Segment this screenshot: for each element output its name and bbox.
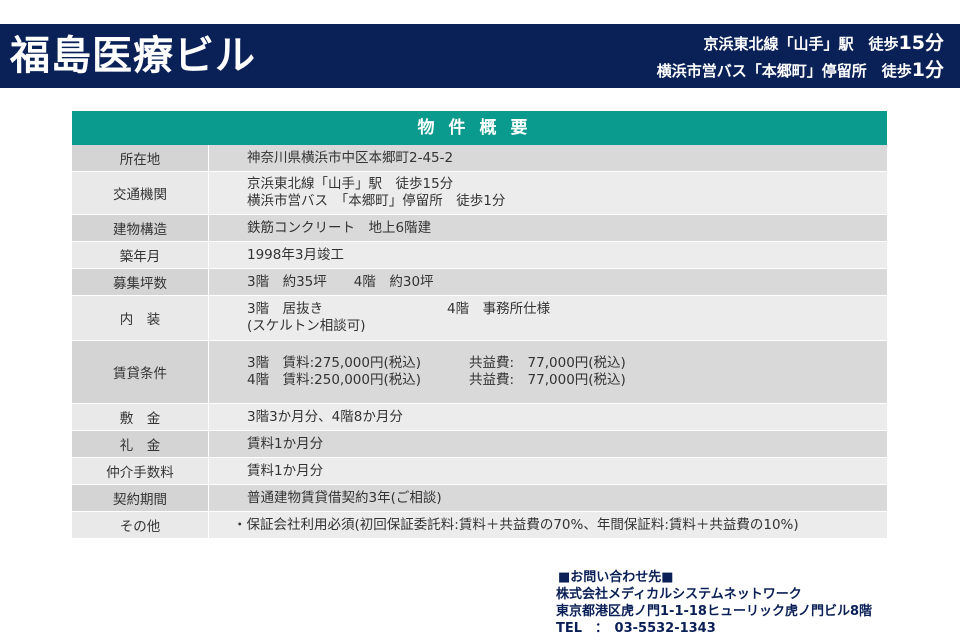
property-summary-table: 物件概要 所在地 神奈川県横浜市中区本郷町2-45-2 交通機関 京浜東北線「山… (72, 111, 887, 539)
row-value-line: 3階 賃料:275,000円(税込) 共益費: 77,000円(税込) (247, 355, 887, 372)
row-label: 契約期間 (72, 485, 209, 511)
row-value-text: 3階 居抜き (247, 301, 324, 317)
row-value-text: 神奈川県横浜市中区本郷町2-45-2 (247, 149, 454, 166)
contact-tel: TEL ： 03-5532-1343 (556, 621, 716, 636)
access-line-bus: 横浜市営バス「本郷町」停留所 徒歩1分 (657, 57, 944, 84)
row-value-text: 賃料1か月分 (247, 462, 324, 479)
access-train-minutes: 15分 (898, 32, 944, 54)
row-value-text: 3階 約35坪 4階 約30坪 (247, 273, 434, 290)
table-row: その他 ・保証会社利用必須(初回保証委託料:賃料＋共益費の70%、年間保証料:賃… (72, 512, 887, 539)
row-value-text: 3階 賃料:275,000円(税込) (247, 355, 421, 371)
table-row: 内 装 3階 居抜き 4階 事務所仕様 (スケルトン相談可) (72, 296, 887, 341)
contact-company: 株式会社メディカルシステムネットワーク (556, 587, 802, 602)
access-train-text: 京浜東北線「山手」駅 徒歩 (703, 35, 899, 53)
table-row: 建物構造 鉄筋コンクリート 地上6階建 (72, 215, 887, 242)
row-value-text: 鉄筋コンクリート 地上6階建 (247, 219, 432, 236)
row-label: 築年月 (72, 242, 209, 268)
row-value-text: 4階 賃料:250,000円(税込) (247, 372, 421, 388)
row-value-text: 3階3か月分、4階8か月分 (247, 408, 403, 425)
row-value: 3階 居抜き 4階 事務所仕様 (スケルトン相談可) (209, 296, 887, 340)
row-label: 賃貸条件 (72, 341, 209, 403)
table-row: 礼 金 賃料1か月分 (72, 431, 887, 458)
row-value-text: 4階 事務所仕様 (447, 301, 551, 317)
row-value: 京浜東北線「山手」駅 徒歩15分 横浜市営バス 「本郷町」停留所 徒歩1分 (209, 172, 887, 214)
contact-heading: ■お問い合わせ先■ (558, 570, 674, 585)
row-value-text: 京浜東北線「山手」駅 徒歩15分 (247, 176, 454, 192)
row-label: 内 装 (72, 296, 209, 340)
row-label: 所在地 (72, 145, 209, 171)
row-value-line: 4階 賃料:250,000円(税込) 共益費: 77,000円(税込) (247, 372, 887, 389)
row-value-text: 普通建物賃貸借契約3年(ご相談) (247, 489, 442, 506)
access-line-train: 京浜東北線「山手」駅 徒歩15分 (657, 30, 944, 57)
table-row: 所在地 神奈川県横浜市中区本郷町2-45-2 (72, 145, 887, 172)
building-title: 福島医療ビル (10, 33, 256, 79)
table-row: 仲介手数料 賃料1か月分 (72, 458, 887, 485)
contact-block: ■お問い合わせ先■ 株式会社メディカルシステムネットワーク 東京都港区虎ノ門1-… (556, 569, 872, 637)
table-row: 交通機関 京浜東北線「山手」駅 徒歩15分 横浜市営バス 「本郷町」停留所 徒歩… (72, 172, 887, 215)
row-value: 3階 賃料:275,000円(税込) 共益費: 77,000円(税込) 4階 賃料… (209, 341, 887, 403)
row-value-text: 1998年3月竣工 (247, 246, 344, 263)
row-value: 鉄筋コンクリート 地上6階建 (209, 215, 887, 241)
row-value: 神奈川県横浜市中区本郷町2-45-2 (209, 145, 887, 171)
row-value: 1998年3月竣工 (209, 242, 887, 268)
contact-address: 東京都港区虎ノ門1-1-18ヒューリック虎ノ門ビル8階 (556, 604, 873, 619)
row-value-line: 3階 居抜き 4階 事務所仕様 (247, 301, 887, 318)
row-value-text: (スケルトン相談可) (247, 318, 366, 334)
row-value: ・保証会社利用必須(初回保証委託料:賃料＋共益費の70%、年間保証料:賃料＋共益… (209, 512, 887, 538)
table-row: 募集坪数 3階 約35坪 4階 約30坪 (72, 269, 887, 296)
row-value: 3階3か月分、4階8か月分 (209, 404, 887, 430)
row-label: 交通機関 (72, 172, 209, 214)
header-banner: 福島医療ビル 京浜東北線「山手」駅 徒歩15分 横浜市営バス「本郷町」停留所 徒… (0, 24, 960, 88)
access-bus-minutes: 1分 (911, 59, 944, 81)
row-value: 賃料1か月分 (209, 458, 887, 484)
row-value: 賃料1か月分 (209, 431, 887, 457)
table-row: 契約期間 普通建物賃貸借契約3年(ご相談) (72, 485, 887, 512)
table-row: 築年月 1998年3月竣工 (72, 242, 887, 269)
row-value-text: 共益費: 77,000円(税込) (469, 372, 626, 388)
row-value-text: 共益費: 77,000円(税込) (469, 355, 626, 371)
access-info: 京浜東北線「山手」駅 徒歩15分 横浜市営バス「本郷町」停留所 徒歩1分 (657, 30, 944, 84)
table-row: 賃貸条件 3階 賃料:275,000円(税込) 共益費: 77,000円(税込) … (72, 341, 887, 404)
access-bus-text: 横浜市営バス「本郷町」停留所 徒歩 (656, 62, 912, 80)
row-label: 募集坪数 (72, 269, 209, 295)
row-value-text: ・保証会社利用必須(初回保証委託料:賃料＋共益費の70%、年間保証料:賃料＋共益… (233, 516, 799, 533)
table-title: 物件概要 (72, 111, 887, 145)
row-label: 建物構造 (72, 215, 209, 241)
table-row: 敷 金 3階3か月分、4階8か月分 (72, 404, 887, 431)
row-value: 3階 約35坪 4階 約30坪 (209, 269, 887, 295)
row-label: その他 (72, 512, 209, 538)
row-label: 仲介手数料 (72, 458, 209, 484)
row-label: 敷 金 (72, 404, 209, 430)
row-label: 礼 金 (72, 431, 209, 457)
row-value-text: 横浜市営バス 「本郷町」停留所 徒歩1分 (247, 193, 506, 209)
row-value-text: 賃料1か月分 (247, 435, 324, 452)
row-value: 普通建物賃貸借契約3年(ご相談) (209, 485, 887, 511)
